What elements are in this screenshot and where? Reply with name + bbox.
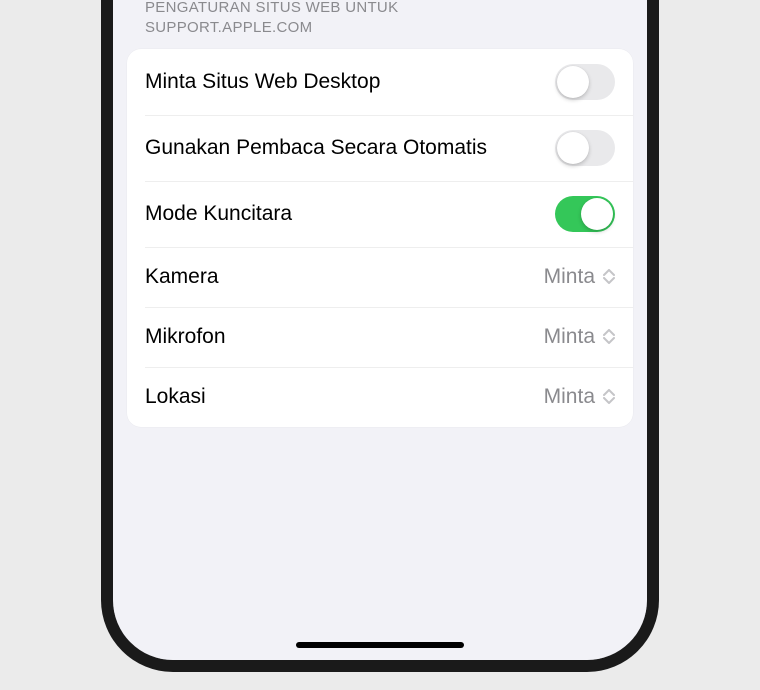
toggle-knob	[557, 132, 589, 164]
section-header-line1: PENGATURAN SITUS WEB UNTUK	[145, 0, 398, 16]
row-label: Lokasi	[145, 383, 544, 410]
row-camera[interactable]: Kamera Minta	[127, 247, 633, 307]
value-text: Minta	[544, 385, 595, 409]
row-label: Mode Kuncitara	[145, 200, 555, 227]
row-microphone[interactable]: Mikrofon Minta	[127, 307, 633, 367]
section-header-line2: SUPPORT.APPLE.COM	[145, 19, 312, 36]
value-text: Minta	[544, 325, 595, 349]
chevron-up-down-icon	[603, 269, 615, 284]
phone-screen: PENGATURAN SITUS WEB UNTUK SUPPORT.APPLE…	[113, 0, 647, 660]
value-selector-location[interactable]: Minta	[544, 385, 615, 409]
value-text: Minta	[544, 265, 595, 289]
value-selector-camera[interactable]: Minta	[544, 265, 615, 289]
row-lockdown-mode[interactable]: Mode Kuncitara	[127, 181, 633, 247]
row-label: Mikrofon	[145, 323, 544, 350]
row-label: Gunakan Pembaca Secara Otomatis	[145, 134, 555, 161]
row-use-reader-auto[interactable]: Gunakan Pembaca Secara Otomatis	[127, 115, 633, 181]
toggle-knob	[557, 66, 589, 98]
row-label: Minta Situs Web Desktop	[145, 68, 555, 95]
chevron-up-down-icon	[603, 329, 615, 344]
toggle-use-reader-auto[interactable]	[555, 130, 615, 166]
phone-frame: PENGATURAN SITUS WEB UNTUK SUPPORT.APPLE…	[101, 0, 659, 672]
chevron-up-down-icon	[603, 389, 615, 404]
home-indicator[interactable]	[296, 642, 464, 648]
row-location[interactable]: Lokasi Minta	[127, 367, 633, 427]
toggle-knob	[581, 198, 613, 230]
toggle-lockdown-mode[interactable]	[555, 196, 615, 232]
settings-group: Minta Situs Web Desktop Gunakan Pembaca …	[127, 49, 633, 427]
section-header: PENGATURAN SITUS WEB UNTUK SUPPORT.APPLE…	[127, 0, 633, 49]
toggle-request-desktop-site[interactable]	[555, 64, 615, 100]
value-selector-microphone[interactable]: Minta	[544, 325, 615, 349]
row-label: Kamera	[145, 263, 544, 290]
row-request-desktop-site[interactable]: Minta Situs Web Desktop	[127, 49, 633, 115]
